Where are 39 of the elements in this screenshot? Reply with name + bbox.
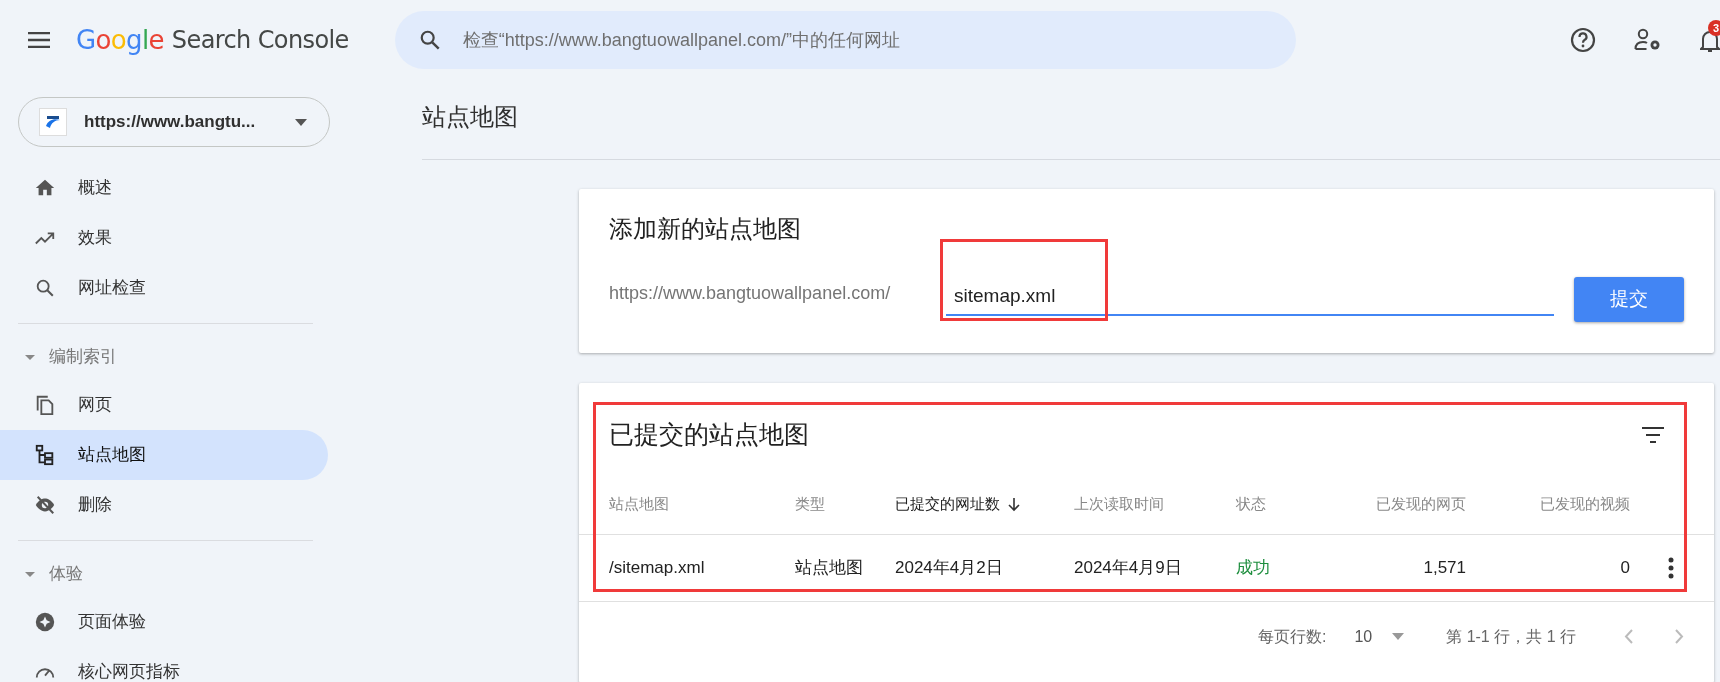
search-field[interactable]: 检查“https://www.bangtuowallpanel.com/”中的任何网址 [394,11,1296,69]
table-cell-text: 2024年4月9日 [1074,557,1182,580]
sidebar-item[interactable]: 概述 [0,163,328,213]
table-cell-text: /sitemap.xml [609,557,705,580]
column-header[interactable]: 站点地图 [609,493,669,516]
column-header[interactable]: 状态 [1236,493,1266,516]
property-selector[interactable]: https://www.bangtu... [18,97,330,147]
table-cell-text: 1,571 [1423,557,1466,580]
table-cell-text: 0 [1620,557,1630,580]
column-header[interactable]: 类型 [795,493,825,516]
column-header[interactable]: 已提交的网址数 [895,493,1000,516]
status-text: 成功 [1236,557,1270,580]
url-prefix: https://www.bangtuowallpanel.com/ [609,282,892,305]
column-header[interactable]: 上次读取时间 [1074,493,1164,516]
sidebar-item[interactable]: 删除 [0,480,328,530]
submit-button[interactable]: 提交 [1574,277,1684,322]
product-name: Search Console [171,25,349,56]
google-logo[interactable]: Google [76,20,164,60]
sidebar-item[interactable]: 核心网页指标 [0,647,328,682]
sidebar-item[interactable]: 效果 [0,213,328,263]
section-label[interactable]: 编制索引 [49,344,117,370]
sidebar-item[interactable]: 站点地图 [0,430,328,480]
sidebar-item[interactable]: 网址检查 [0,263,328,313]
page-title: 站点地图 [422,101,518,132]
sitemap-input-field[interactable]: sitemap.xml [946,281,1554,316]
card-title: 添加新的站点地图 [609,214,802,244]
column-header[interactable]: 已发现的视频 [1540,493,1630,516]
page-range: 第 1-1 行，共 1 行 [1446,626,1576,647]
card-title: 已提交的站点地图 [609,419,809,451]
section-label[interactable]: 体验 [49,561,83,587]
table-cell-text: 站点地图 [795,557,863,580]
table-cell-text: 2024年4月2日 [895,557,1003,580]
sidebar-item[interactable]: 页面体验 [0,597,328,647]
sidebar-item[interactable]: 网页 [0,380,328,430]
rows-per-page-label: 每页行数: [1257,626,1327,647]
property-url: https://www.bangtu... [84,111,256,134]
notification-badge: 3 [1708,20,1720,36]
column-header[interactable]: 已发现的网页 [1376,493,1466,516]
rows-per-page-select[interactable]: 10 [1354,624,1405,649]
